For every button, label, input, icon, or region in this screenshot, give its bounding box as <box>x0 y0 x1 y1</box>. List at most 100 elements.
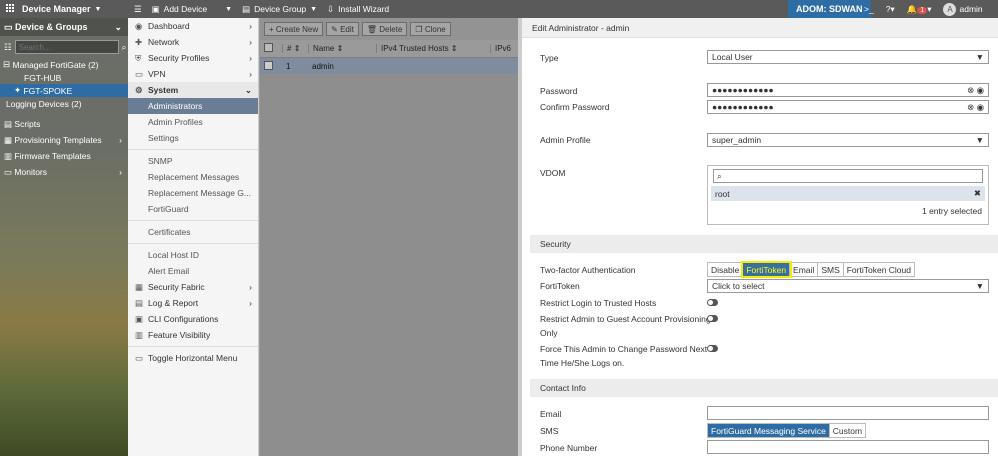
confirm-password-label: Confirm Password <box>540 102 610 112</box>
adom-selector[interactable]: ADOM: SDWAN <box>788 0 871 18</box>
app-switcher[interactable]: Device Manager ▼ <box>0 4 128 14</box>
delete-button[interactable]: 🗑 Delete <box>361 22 408 36</box>
restrict-trusted-toggle[interactable] <box>707 299 718 306</box>
chevron-right-icon: › <box>249 21 252 31</box>
clear-icon[interactable]: ⊗ <box>967 85 974 95</box>
tree-logging-devices[interactable]: Logging Devices (2) <box>0 97 128 110</box>
tree-item-fgt-hub[interactable]: FGT-HUB <box>0 71 128 84</box>
cli-console-icon[interactable]: >_ <box>864 4 874 14</box>
install-icon: ⇩ <box>327 3 335 14</box>
tree-managed-fortigate[interactable]: ⊟ Managed FortiGate (2) <box>0 58 128 71</box>
nav-monitors[interactable]: ▭ Monitors › <box>0 164 128 180</box>
menu-feature-visibility[interactable]: ▥ Feature Visibility <box>128 327 258 343</box>
vdom-selected-item[interactable]: root ✖ <box>711 186 985 201</box>
confirm-password-field[interactable]: ●●●●●●●●●●●● ⊗ ◉ <box>707 100 989 114</box>
menu-replacement-message-group[interactable]: Replacement Message G... <box>128 185 258 201</box>
menu-administrators[interactable]: Administrators <box>128 98 258 114</box>
col-num[interactable]: # ⇕ <box>282 44 308 53</box>
phone-number-field[interactable] <box>707 440 989 454</box>
filter-tree-icon[interactable]: ☷ <box>4 42 12 53</box>
menu-network[interactable]: ✚ Network › <box>128 34 258 50</box>
table-row[interactable]: 1 admin <box>260 58 518 74</box>
vdom-search-input[interactable]: ⌕ <box>713 169 983 183</box>
fabric-icon: ▦ <box>135 281 144 292</box>
nav-firmware-templates[interactable]: ▥ Firmware Templates <box>0 148 128 164</box>
menu-replacement-messages[interactable]: Replacement Messages <box>128 169 258 185</box>
chevron-right-icon: › <box>249 37 252 47</box>
notification-bell-icon[interactable]: 🔔 1 ▾ <box>907 4 931 15</box>
restrict-guest-toggle[interactable] <box>707 315 718 322</box>
remove-icon[interactable]: ✖ <box>974 188 981 199</box>
email-field[interactable] <box>707 406 989 420</box>
help-icon[interactable]: ?▾ <box>886 4 895 15</box>
dialog-title: Edit Administrator - admin <box>522 18 998 38</box>
two-factor-fortitoken-cloud[interactable]: FortiToken Cloud <box>844 263 914 276</box>
col-name[interactable]: Name ⇕ <box>308 44 376 53</box>
chevron-down-icon: ▼ <box>975 281 984 291</box>
password-field[interactable]: ●●●●●●●●●●●● ⊗ ◉ <box>707 83 989 97</box>
type-select[interactable]: Local User ▼ <box>707 50 989 64</box>
menu-alert-email[interactable]: Alert Email <box>128 263 258 279</box>
force-change-toggle[interactable] <box>707 345 718 352</box>
menu-fortiguard[interactable]: FortiGuard <box>128 201 258 217</box>
menu-snmp[interactable]: SNMP <box>128 153 258 169</box>
menu-vpn[interactable]: ▭ VPN › <box>128 66 258 82</box>
two-factor-disable[interactable]: Disable <box>708 263 744 276</box>
fortitoken-label: FortiToken <box>540 281 580 291</box>
device-groups-header[interactable]: ▭ Device & Groups ⌄ <box>0 18 128 36</box>
force-change-label: Force This Admin to Change Password Next <box>540 344 708 354</box>
clone-button[interactable]: ❐ Clone <box>410 22 451 36</box>
select-all-checkbox[interactable] <box>264 43 273 52</box>
top-bar: Device Manager ▼ ☰ ▣ Add Device ▼ ▤ Device G… <box>0 0 998 18</box>
row-name: admin <box>312 61 334 71</box>
menu-toggle-horizontal[interactable]: ▭ Toggle Horizontal Menu <box>128 350 258 366</box>
install-wizard-button[interactable]: ⇩ Install Wizard <box>327 4 389 15</box>
user-menu[interactable]: Aadmin <box>943 2 983 16</box>
vpn-icon: ▭ <box>135 68 144 79</box>
menu-divider <box>128 343 258 347</box>
create-new-button[interactable]: + Create New <box>264 22 324 36</box>
menu-log-report[interactable]: ▤ Log & Report › <box>128 295 258 311</box>
row-checkbox[interactable] <box>264 60 273 70</box>
clear-icon[interactable]: ⊗ <box>967 102 974 112</box>
sms-fortiguard-option[interactable]: FortiGuard Messaging Service <box>708 424 830 437</box>
notification-badge: 1 <box>917 6 928 14</box>
eye-icon[interactable]: ◉ <box>977 85 984 95</box>
menu-security-fabric[interactable]: ▦ Security Fabric › <box>128 279 258 295</box>
col-ipv4-trusted-hosts[interactable]: IPv4 Trusted Hosts ⇕ <box>376 44 490 53</box>
device-search-input[interactable] <box>14 40 119 54</box>
dashboard-icon: ◉ <box>135 20 143 31</box>
edit-button[interactable]: ✎ Edit <box>326 22 359 36</box>
menu-local-host-id[interactable]: Local Host ID <box>128 247 258 263</box>
menu-dashboard[interactable]: ◉ Dashboard › <box>128 18 258 34</box>
clone-icon: ❐ <box>415 24 425 34</box>
tree-item-fgt-spoke[interactable]: ✦ FGT-SPOKE <box>0 84 128 97</box>
two-factor-sms[interactable]: SMS <box>818 263 844 276</box>
menu-certificates[interactable]: Certificates <box>128 224 258 240</box>
sms-custom-option[interactable]: Custom <box>830 424 865 437</box>
scripts-icon: ▤ <box>4 118 15 129</box>
add-device-button[interactable]: ▣ Add Device ▼ <box>152 4 232 15</box>
fortitoken-select[interactable]: Click to select ▼ <box>707 279 989 293</box>
menu-cli-configurations[interactable]: ▣ CLI Configurations <box>128 311 258 327</box>
menu-settings[interactable]: Settings <box>128 130 258 146</box>
force-change-label-2: Time He/She Logs on. <box>540 358 625 368</box>
menu-toggle-button[interactable]: ☰ <box>134 4 142 15</box>
phone-label: Phone Number <box>540 443 598 453</box>
menu-admin-profiles[interactable]: Admin Profiles <box>128 114 258 130</box>
menu-security-profiles[interactable]: ⛨ Security Profiles › <box>128 50 258 66</box>
two-factor-email[interactable]: Email <box>790 263 819 276</box>
cli-icon: ▣ <box>135 313 144 324</box>
eye-icon[interactable]: ◉ <box>977 102 984 112</box>
nav-scripts[interactable]: ▤ Scripts <box>0 116 128 132</box>
device-group-button[interactable]: ▤ Device Group ▼ <box>242 4 317 15</box>
network-icon: ✚ <box>135 36 143 47</box>
hamburger-icon: ☰ <box>134 3 142 14</box>
nav-provisioning-templates[interactable]: ▦ Provisioning Templates › <box>0 132 128 148</box>
col-ipv6[interactable]: IPv6 <box>490 44 518 53</box>
app-grid-icon[interactable] <box>6 4 15 13</box>
two-factor-fortitoken[interactable]: FortiToken <box>741 261 793 278</box>
menu-system[interactable]: ⚙ System ⌄ <box>128 82 258 98</box>
admin-profile-select[interactable]: super_admin ▼ <box>707 133 989 147</box>
search-icon: ⌕ <box>121 41 127 52</box>
